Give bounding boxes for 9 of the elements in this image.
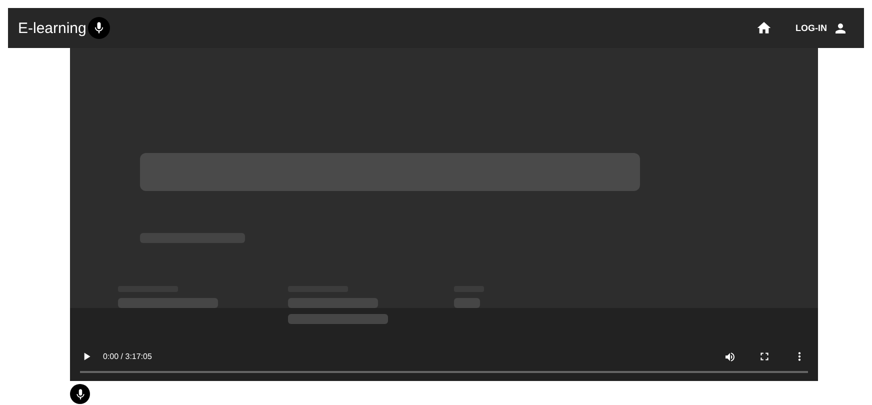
app-title: E-learning — [18, 20, 86, 36]
time-display: 0:00 / 3:17:05 — [103, 352, 152, 361]
fullscreen-icon — [758, 350, 771, 363]
person-icon — [833, 20, 848, 36]
volume-icon — [724, 350, 736, 362]
microphone-button[interactable] — [88, 17, 110, 39]
microphone-button[interactable] — [70, 384, 90, 404]
login-button[interactable]: LOG-IN — [792, 16, 852, 40]
home-icon — [756, 20, 772, 36]
